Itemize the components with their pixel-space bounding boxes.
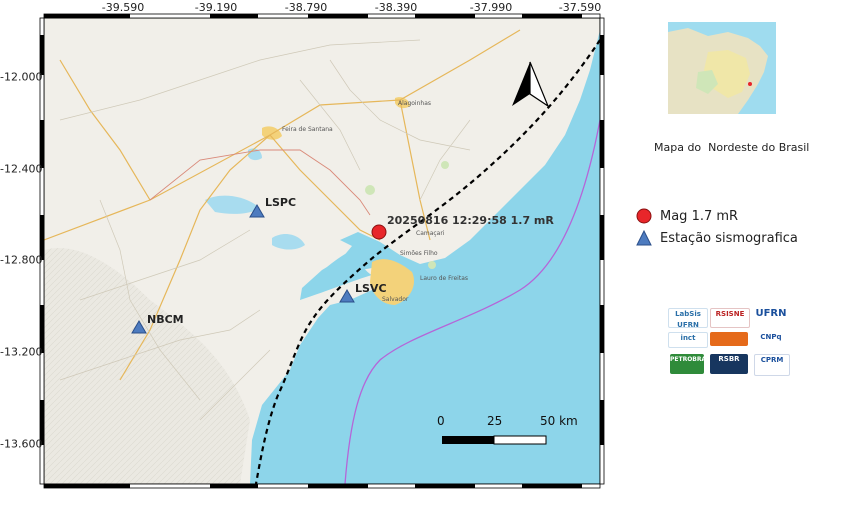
lat-tick: -12.400 (0, 162, 43, 176)
city-label: Camaçari (416, 230, 445, 237)
scale-label: 0 (437, 414, 445, 428)
city-label: Lauro de Freitas (420, 275, 469, 282)
legend-item-station: Estação sismografica (636, 230, 798, 246)
lat-tick: -12.800 (0, 253, 43, 267)
lon-tick: -38.790 (284, 1, 328, 14)
event-label: 20250816 12:29:58 1.7 mR (387, 214, 554, 227)
logo-inct: inct (668, 332, 708, 348)
green-area (365, 185, 375, 195)
logo-rsisne: RSISNE (710, 308, 750, 328)
lon-tick: -38.390 (374, 1, 418, 14)
scale-label: 25 (487, 414, 503, 428)
logo-labsis: LabSis UFRN (668, 308, 708, 329)
inset-caption: Mapa do Nordeste do Brasil (654, 141, 810, 154)
green-area (441, 161, 449, 169)
lat-tick: -13.200 (0, 345, 43, 359)
legend-label: Mag 1.7 mR (660, 208, 739, 224)
inset-map-image (668, 22, 776, 114)
lon-tick: -39.190 (194, 1, 238, 14)
city-label: Simões Filho (400, 250, 438, 257)
logo-panel: LabSis UFRN RSISNE UFRN inct CNPq PETROB… (668, 306, 794, 378)
city-label: Alagoinhas (398, 100, 432, 107)
green-area (428, 261, 436, 269)
lon-tick: -37.590 (558, 1, 602, 14)
event-epicenter-icon[interactable] (371, 224, 387, 240)
lon-tick: -39.590 (101, 1, 145, 14)
lat-tick: -13.600 (0, 437, 43, 451)
scale-label: 50 km (540, 414, 578, 428)
lat-tick: -12.000 (0, 70, 43, 84)
logo-orange-block (710, 332, 748, 346)
city-label: Salvador (382, 296, 409, 303)
station-label-lspc: LSPC (265, 196, 297, 209)
inset-map (668, 22, 776, 114)
blue-triangle-icon (636, 230, 652, 246)
logo-cprm: CPRM (754, 354, 790, 376)
logo-cnpq: CNPq (760, 333, 782, 341)
legend-label: Estação sismografica (660, 230, 798, 246)
legend-item-event: Mag 1.7 mR (636, 208, 738, 224)
logo-petrobras: PETROBRAS (670, 354, 710, 374)
logo-rsbr: RSBR (710, 354, 748, 374)
station-label-lsvc: LSVC (355, 282, 387, 295)
logo-ufrn: UFRN (755, 308, 787, 319)
red-circle-icon (636, 208, 652, 224)
lon-tick: -37.990 (469, 1, 513, 14)
scale-bar (442, 435, 547, 445)
city-label: Feira de Santana (282, 126, 333, 133)
station-label-nbcm: NBCM (147, 313, 184, 326)
